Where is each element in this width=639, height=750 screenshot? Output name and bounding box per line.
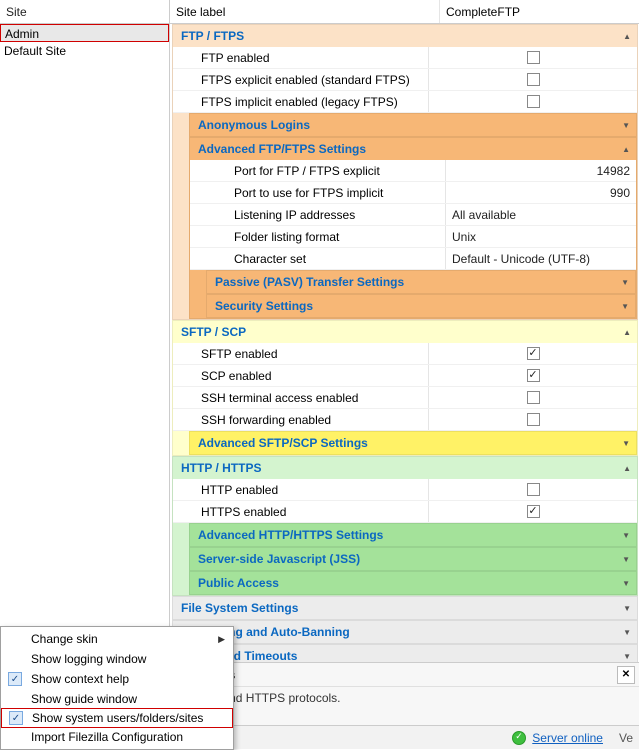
- menu-show-logging[interactable]: Show logging window: [1, 649, 233, 669]
- menu-change-skin[interactable]: Change skin ▶: [1, 629, 233, 649]
- section-title: Server-side Javascript (JSS): [198, 552, 360, 566]
- close-help-button[interactable]: ✕: [617, 666, 635, 684]
- section-sftp[interactable]: SFTP / SCP ▲: [173, 321, 637, 343]
- menu-import-filezilla[interactable]: Import Filezilla Configuration: [1, 727, 233, 747]
- submenu-arrow-icon: ▶: [218, 634, 225, 645]
- collapse-icon: ▲: [623, 32, 631, 41]
- section-title: Advanced FTP/FTPS Settings: [198, 142, 366, 156]
- ssh-forwarding-checkbox[interactable]: [527, 413, 540, 426]
- section-adv-ftp[interactable]: Advanced FTP/FTPS Settings ▲: [190, 138, 636, 160]
- section-title: Passive (PASV) Transfer Settings: [215, 275, 404, 289]
- port-ftps-implicit-field[interactable]: 990: [446, 182, 636, 203]
- site-item-default[interactable]: Default Site: [0, 42, 169, 60]
- expand-icon: ▼: [623, 604, 631, 613]
- ftps-explicit-checkbox[interactable]: [527, 73, 540, 86]
- section-http[interactable]: HTTP / HTTPS ▲: [173, 457, 637, 479]
- property-header-value[interactable]: CompleteFTP: [440, 0, 639, 23]
- section-title: FTP / FTPS: [181, 29, 244, 43]
- expand-icon: ▼: [623, 628, 631, 637]
- row-label: Port for FTP / FTPS explicit: [190, 160, 446, 181]
- row-label: Port to use for FTPS implicit: [190, 182, 446, 203]
- section-file-system[interactable]: File System Settings ▼: [173, 597, 637, 619]
- site-item-admin[interactable]: Admin: [0, 24, 169, 42]
- menu-show-context-help[interactable]: ✓ Show context help: [1, 669, 233, 689]
- help-body: e HTTP and HTTPS protocols.: [170, 687, 639, 725]
- site-panel-header: Site: [0, 0, 169, 24]
- scp-enabled-checkbox[interactable]: ✓: [527, 369, 540, 382]
- row-label: HTTPS enabled: [173, 501, 429, 522]
- row-label: HTTP enabled: [173, 479, 429, 500]
- context-menu: Change skin ▶ Show logging window ✓ Show…: [0, 626, 234, 750]
- section-title: Advanced HTTP/HTTPS Settings: [198, 528, 383, 542]
- section-pasv[interactable]: Passive (PASV) Transfer Settings ▼: [207, 271, 635, 293]
- collapse-icon: ▲: [623, 328, 631, 337]
- expand-icon: ▼: [622, 555, 630, 564]
- row-label: FTP enabled: [173, 47, 429, 68]
- row-label: Character set: [190, 248, 446, 269]
- property-header-label: Site label: [170, 0, 440, 23]
- collapse-icon: ▲: [623, 464, 631, 473]
- expand-icon: ▼: [621, 302, 629, 311]
- server-status-link[interactable]: Server online: [532, 731, 603, 745]
- section-limits[interactable]: Limits and Timeouts ▼: [173, 645, 637, 662]
- row-label: SSH terminal access enabled: [173, 387, 429, 408]
- status-online-icon: [512, 731, 526, 745]
- expand-icon: ▼: [623, 652, 631, 661]
- menu-show-system-users[interactable]: ✓ Show system users/folders/sites: [1, 708, 233, 728]
- ssh-terminal-checkbox[interactable]: [527, 391, 540, 404]
- section-anon-logins[interactable]: Anonymous Logins ▼: [190, 114, 636, 136]
- row-label: FTPS explicit enabled (standard FTPS): [173, 69, 429, 90]
- expand-icon: ▼: [622, 121, 630, 130]
- section-title: SFTP / SCP: [181, 325, 246, 339]
- section-title: Anonymous Logins: [198, 118, 310, 132]
- collapse-icon: ▲: [622, 145, 630, 154]
- section-ip-filtering[interactable]: IP Filtering and Auto-Banning ▼: [173, 621, 637, 643]
- row-label: FTPS implicit enabled (legacy FTPS): [173, 91, 429, 112]
- section-title: File System Settings: [181, 601, 298, 615]
- http-enabled-checkbox[interactable]: [527, 483, 540, 496]
- section-title: Public Access: [198, 576, 279, 590]
- property-panel: Site label CompleteFTP FTP / FTPS ▲ FTP …: [170, 0, 639, 749]
- ftp-enabled-checkbox[interactable]: [527, 51, 540, 64]
- menu-show-guide[interactable]: Show guide window: [1, 689, 233, 709]
- sftp-enabled-checkbox[interactable]: ✓: [527, 347, 540, 360]
- section-public-access[interactable]: Public Access ▼: [190, 572, 636, 594]
- row-label: Folder listing format: [190, 226, 446, 247]
- section-title: HTTP / HTTPS: [181, 461, 261, 475]
- section-adv-http[interactable]: Advanced HTTP/HTTPS Settings ▼: [190, 524, 636, 546]
- expand-icon: ▼: [622, 531, 630, 540]
- charset-field[interactable]: Default - Unicode (UTF-8): [446, 248, 636, 269]
- check-icon: ✓: [9, 711, 23, 725]
- folder-listing-field[interactable]: Unix: [446, 226, 636, 247]
- row-label: Listening IP addresses: [190, 204, 446, 225]
- check-icon: ✓: [8, 672, 22, 686]
- listening-ip-field[interactable]: All available: [446, 204, 636, 225]
- help-panel: S settings ✕ e HTTP and HTTPS protocols.: [170, 662, 639, 725]
- status-tail: Ve: [619, 731, 633, 745]
- row-label: SFTP enabled: [173, 343, 429, 364]
- section-title: Advanced SFTP/SCP Settings: [198, 436, 368, 450]
- row-label: SSH forwarding enabled: [173, 409, 429, 430]
- expand-icon: ▼: [621, 278, 629, 287]
- expand-icon: ▼: [622, 579, 630, 588]
- ftps-implicit-checkbox[interactable]: [527, 95, 540, 108]
- section-security[interactable]: Security Settings ▼: [207, 295, 635, 317]
- status-bar: Server online Ve: [170, 725, 639, 749]
- row-label: SCP enabled: [173, 365, 429, 386]
- port-ftp-explicit-field[interactable]: 14982: [446, 160, 636, 181]
- section-jss[interactable]: Server-side Javascript (JSS) ▼: [190, 548, 636, 570]
- expand-icon: ▼: [622, 439, 630, 448]
- section-ftp[interactable]: FTP / FTPS ▲: [173, 25, 637, 47]
- https-enabled-checkbox[interactable]: ✓: [527, 505, 540, 518]
- section-title: Security Settings: [215, 299, 313, 313]
- section-adv-sftp[interactable]: Advanced SFTP/SCP Settings ▼: [190, 432, 636, 454]
